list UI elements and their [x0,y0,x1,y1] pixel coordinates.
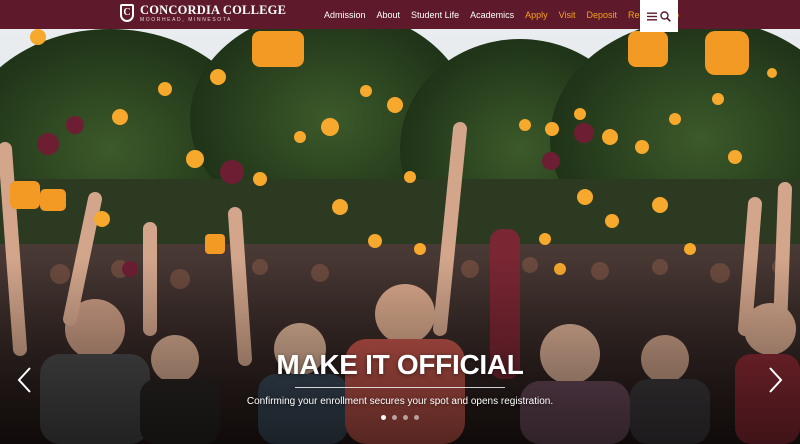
carousel-dots [0,415,800,420]
menu-search-button[interactable] [640,0,678,32]
menu-icon [647,12,657,20]
hero-caption: MAKE IT OFFICIAL Confirming your enrollm… [0,349,800,407]
hero-carousel: MAKE IT OFFICIAL Confirming your enrollm… [0,29,800,444]
nav-about[interactable]: About [377,10,401,20]
carousel-dot-4[interactable] [414,415,419,420]
chevron-right-icon[interactable] [764,365,786,395]
carousel-dot-1[interactable] [381,415,386,420]
nav-admission[interactable]: Admission [324,10,366,20]
hero-divider [295,387,505,388]
nav-visit[interactable]: Visit [559,10,576,20]
carousel-dot-3[interactable] [403,415,408,420]
chevron-left-icon[interactable] [14,365,36,395]
college-logo[interactable]: C CONCORDIA COLLEGE MOORHEAD, MINNESOTA [120,4,286,23]
shield-icon: C [120,4,134,23]
nav-apply[interactable]: Apply [525,10,548,20]
nav-deposit[interactable]: Deposit [586,10,617,20]
logo-name: CONCORDIA COLLEGE [140,3,287,17]
search-icon [660,10,671,22]
main-nav: Admission About Student Life Academics A… [324,0,690,29]
site-header: C CONCORDIA COLLEGE MOORHEAD, MINNESOTA … [0,0,800,32]
hero-title: MAKE IT OFFICIAL [276,349,524,380]
hero-subtitle: Confirming your enrollment secures your … [246,396,554,407]
logo-location: MOORHEAD, MINNESOTA [140,16,232,23]
nav-academics[interactable]: Academics [470,10,514,20]
nav-student-life[interactable]: Student Life [411,10,459,20]
carousel-dot-2[interactable] [392,415,397,420]
